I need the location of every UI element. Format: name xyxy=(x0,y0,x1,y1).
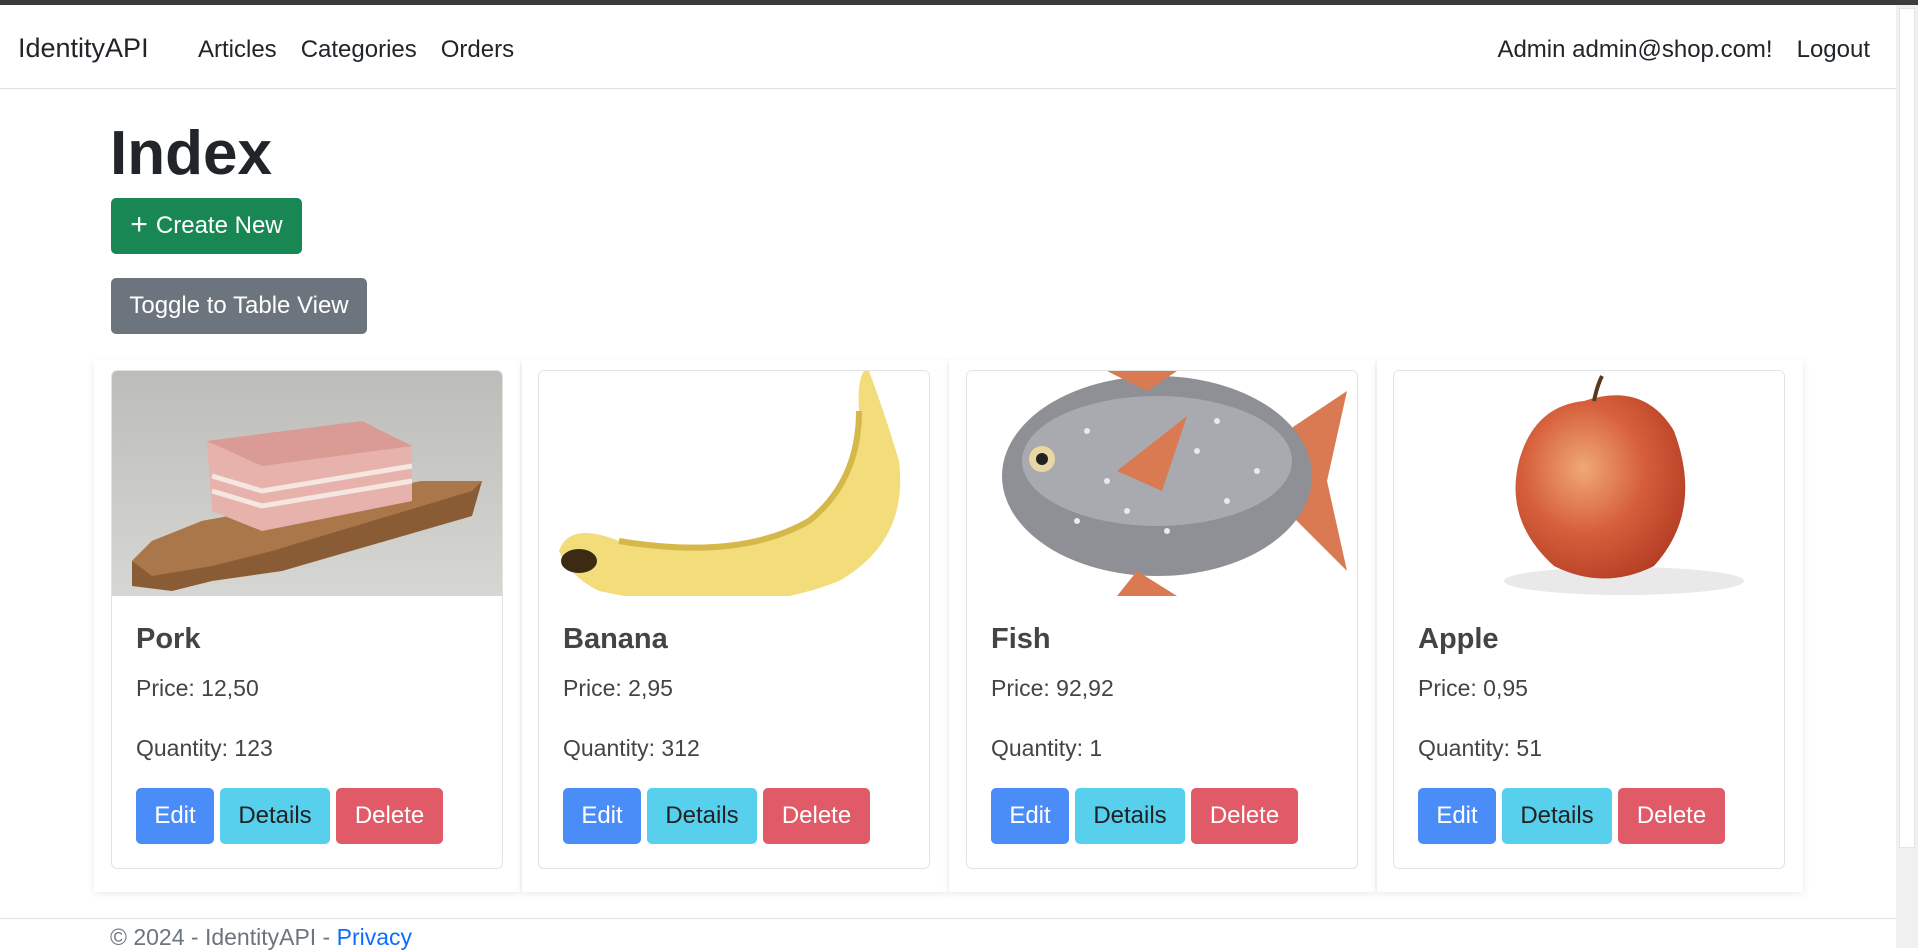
product-card-apple: Apple Price: 0,95 Quantity: 51 Edit Deta… xyxy=(1393,370,1785,869)
details-button[interactable]: Details xyxy=(647,788,757,844)
delete-button[interactable]: Delete xyxy=(1618,788,1725,844)
footer-divider xyxy=(0,918,1896,919)
details-button[interactable]: Details xyxy=(1075,788,1185,844)
edit-button[interactable]: Edit xyxy=(1418,788,1496,844)
logout-link[interactable]: Logout xyxy=(1797,36,1870,64)
product-quantity: Quantity: 123 xyxy=(136,735,273,761)
page-title: Index xyxy=(110,119,272,188)
edit-button[interactable]: Edit xyxy=(991,788,1069,844)
nav-link-categories[interactable]: Categories xyxy=(301,36,417,64)
edit-button[interactable]: Edit xyxy=(563,788,641,844)
scrollbar-thumb[interactable] xyxy=(1899,8,1915,848)
delete-button[interactable]: Delete xyxy=(763,788,870,844)
details-button[interactable]: Details xyxy=(1502,788,1612,844)
create-new-button[interactable]: + Create New xyxy=(111,198,302,254)
product-quantity: Quantity: 312 xyxy=(563,735,700,761)
nav-user-area: Admin admin@shop.com! Logout xyxy=(1497,36,1870,64)
footer-copyright: © 2024 - IdentityAPI - xyxy=(110,924,337,950)
product-price: Price: 0,95 xyxy=(1418,675,1528,701)
product-price: Price: 12,50 xyxy=(136,675,259,701)
create-new-label: Create New xyxy=(155,212,283,239)
product-quantity: Quantity: 51 xyxy=(1418,735,1543,761)
nav-link-articles[interactable]: Articles xyxy=(198,36,277,64)
footer: © 2024 - IdentityAPI - Privacy xyxy=(110,924,412,951)
privacy-link[interactable]: Privacy xyxy=(337,924,412,950)
product-quantity: Quantity: 1 xyxy=(991,735,1103,761)
product-price: Price: 2,95 xyxy=(563,675,673,701)
delete-button[interactable]: Delete xyxy=(1191,788,1298,844)
user-greeting-link[interactable]: Admin admin@shop.com! xyxy=(1497,36,1772,64)
details-button[interactable]: Details xyxy=(220,788,330,844)
product-image-pork xyxy=(112,371,502,596)
product-image-fish xyxy=(967,371,1357,596)
product-name: Apple xyxy=(1418,623,1499,655)
product-image-banana xyxy=(539,371,929,596)
nav-link-orders[interactable]: Orders xyxy=(441,36,514,64)
product-name: Banana xyxy=(563,623,668,655)
product-card-fish: Fish Price: 92,92 Quantity: 1 Edit Detai… xyxy=(966,370,1358,869)
edit-button[interactable]: Edit xyxy=(136,788,214,844)
product-name: Pork xyxy=(136,623,201,655)
product-card-pork: Pork Price: 12,50 Quantity: 123 Edit Det… xyxy=(111,370,503,869)
plus-icon: + xyxy=(130,207,148,241)
product-image-apple xyxy=(1394,371,1784,596)
delete-button[interactable]: Delete xyxy=(336,788,443,844)
product-name: Fish xyxy=(991,623,1051,655)
brand-link[interactable]: IdentityAPI xyxy=(18,33,149,64)
toggle-table-view-button[interactable]: Toggle to Table View xyxy=(111,278,367,334)
product-card-banana: Banana Price: 2,95 Quantity: 312 Edit De… xyxy=(538,370,930,869)
nav-links: Articles Categories Orders xyxy=(198,36,514,64)
navbar: IdentityAPI Articles Categories Orders A… xyxy=(0,5,1896,89)
product-price: Price: 92,92 xyxy=(991,675,1114,701)
